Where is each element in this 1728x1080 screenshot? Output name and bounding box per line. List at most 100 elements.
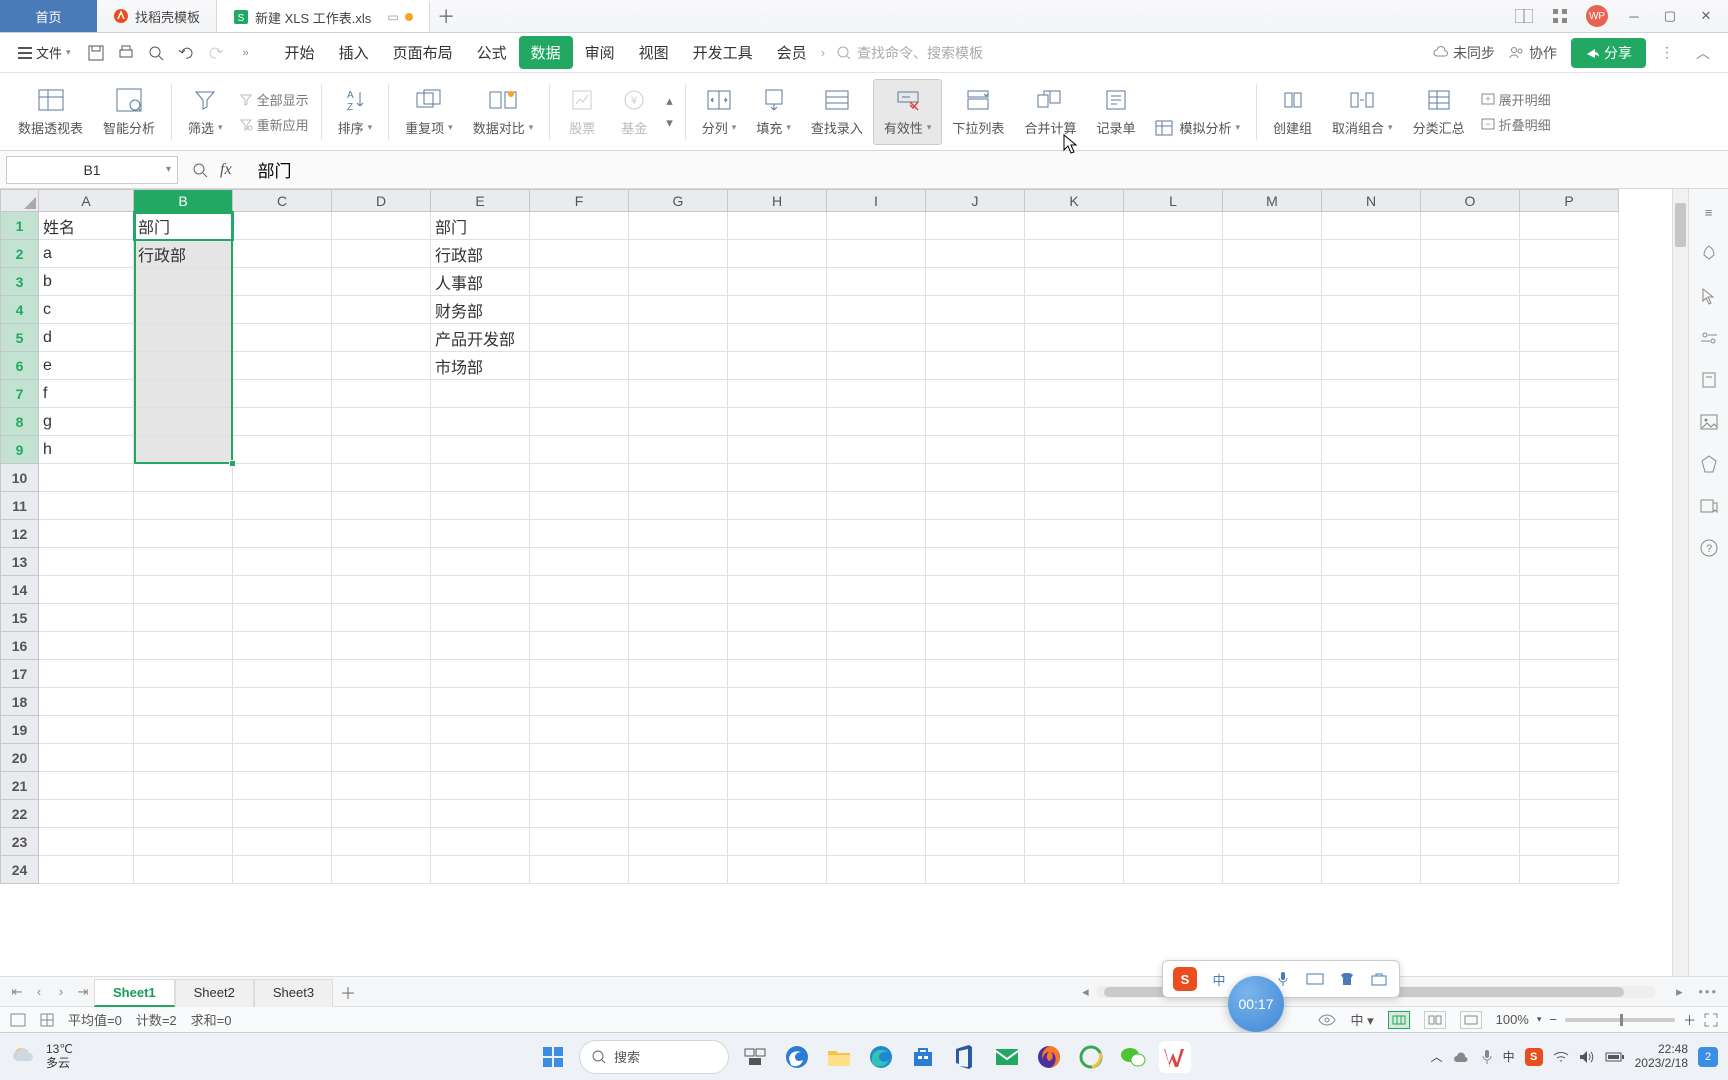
sync-status[interactable]: 未同步 [1433, 43, 1495, 63]
cell-N14[interactable] [1322, 576, 1421, 604]
store-icon[interactable] [907, 1041, 939, 1073]
find-entry-button[interactable]: 查找录入 [801, 79, 873, 145]
cell-O3[interactable] [1421, 268, 1520, 296]
cell-N8[interactable] [1322, 408, 1421, 436]
zoom-out-button[interactable]: − [1549, 1012, 1557, 1027]
tray-battery-icon[interactable] [1605, 1051, 1625, 1063]
cell-L9[interactable] [1124, 436, 1223, 464]
cell-L4[interactable] [1124, 296, 1223, 324]
cell-I13[interactable] [827, 548, 926, 576]
cell-L20[interactable] [1124, 744, 1223, 772]
cell-B6[interactable] [134, 352, 233, 380]
cell-O5[interactable] [1421, 324, 1520, 352]
col-header-O[interactable]: O [1421, 190, 1520, 212]
cell-M21[interactable] [1223, 772, 1322, 800]
cell-J7[interactable] [926, 380, 1025, 408]
cell-E19[interactable] [431, 716, 530, 744]
cell-N13[interactable] [1322, 548, 1421, 576]
start-button[interactable] [537, 1041, 569, 1073]
cell-B22[interactable] [134, 800, 233, 828]
cell-H17[interactable] [728, 660, 827, 688]
row-header-15[interactable]: 15 [1, 604, 39, 632]
wps-icon[interactable] [1159, 1041, 1191, 1073]
cell-P24[interactable] [1520, 856, 1619, 884]
zoom-slider[interactable] [1565, 1018, 1675, 1022]
cell-P23[interactable] [1520, 828, 1619, 856]
cell-H1[interactable] [728, 212, 827, 240]
cell-A20[interactable] [39, 744, 134, 772]
collapse-detail-button[interactable]: −折叠明细 [1481, 115, 1551, 134]
cell-O16[interactable] [1421, 632, 1520, 660]
menu-公式[interactable]: 公式 [465, 36, 519, 69]
sheet-first-button[interactable]: ⇤ [6, 984, 28, 1000]
cell-N1[interactable] [1322, 212, 1421, 240]
cell-H13[interactable] [728, 548, 827, 576]
cell-B21[interactable] [134, 772, 233, 800]
cell-H4[interactable] [728, 296, 827, 324]
cell-N21[interactable] [1322, 772, 1421, 800]
fill-button[interactable]: 填充 [746, 79, 801, 145]
cell-I5[interactable] [827, 324, 926, 352]
cell-C13[interactable] [233, 548, 332, 576]
cell-H2[interactable] [728, 240, 827, 268]
cell-B3[interactable] [134, 268, 233, 296]
cell-L15[interactable] [1124, 604, 1223, 632]
cell-D3[interactable] [332, 268, 431, 296]
hscroll-left[interactable]: ◂ [1074, 984, 1096, 1000]
cell-F23[interactable] [530, 828, 629, 856]
cell-K4[interactable] [1025, 296, 1124, 324]
cell-C19[interactable] [233, 716, 332, 744]
tray-chevron-icon[interactable]: ︿ [1431, 1048, 1443, 1065]
cell-I23[interactable] [827, 828, 926, 856]
cell-F8[interactable] [530, 408, 629, 436]
cell-D13[interactable] [332, 548, 431, 576]
eye-icon[interactable] [1318, 1014, 1336, 1026]
cell-D16[interactable] [332, 632, 431, 660]
cell-B9[interactable] [134, 436, 233, 464]
row-header-19[interactable]: 19 [1, 716, 39, 744]
row-header-21[interactable]: 21 [1, 772, 39, 800]
cell-D5[interactable] [332, 324, 431, 352]
cell-L12[interactable] [1124, 520, 1223, 548]
cell-E22[interactable] [431, 800, 530, 828]
cell-J14[interactable] [926, 576, 1025, 604]
row-header-8[interactable]: 8 [1, 408, 39, 436]
cell-J3[interactable] [926, 268, 1025, 296]
cell-K8[interactable] [1025, 408, 1124, 436]
cell-P14[interactable] [1520, 576, 1619, 604]
cell-L16[interactable] [1124, 632, 1223, 660]
cell-B23[interactable] [134, 828, 233, 856]
tray-mic-icon[interactable] [1481, 1049, 1493, 1065]
cell-G16[interactable] [629, 632, 728, 660]
cell-G6[interactable] [629, 352, 728, 380]
cell-F24[interactable] [530, 856, 629, 884]
menu-数据[interactable]: 数据 [519, 36, 573, 69]
cell-D6[interactable] [332, 352, 431, 380]
what-if-button[interactable]: 模拟分析 [1145, 79, 1250, 145]
cell-I24[interactable] [827, 856, 926, 884]
cell-J17[interactable] [926, 660, 1025, 688]
cell-N12[interactable] [1322, 520, 1421, 548]
cell-N5[interactable] [1322, 324, 1421, 352]
cell-N23[interactable] [1322, 828, 1421, 856]
cell-P21[interactable] [1520, 772, 1619, 800]
col-header-J[interactable]: J [926, 190, 1025, 212]
sheet-tab-Sheet3[interactable]: Sheet3 [254, 979, 333, 1007]
cell-L24[interactable] [1124, 856, 1223, 884]
cell-F17[interactable] [530, 660, 629, 688]
cell-F12[interactable] [530, 520, 629, 548]
tray-notification-badge[interactable]: 2 [1698, 1047, 1718, 1067]
tab-current-file[interactable]: S 新建 XLS 工作表.xls ▭ [217, 0, 430, 32]
cell-M2[interactable] [1223, 240, 1322, 268]
cell-G17[interactable] [629, 660, 728, 688]
cell-F4[interactable] [530, 296, 629, 324]
status-cell-icon[interactable] [40, 1013, 54, 1027]
cell-H3[interactable] [728, 268, 827, 296]
cell-P10[interactable] [1520, 464, 1619, 492]
cell-J1[interactable] [926, 212, 1025, 240]
close-button[interactable]: ✕ [1696, 6, 1716, 26]
cell-C15[interactable] [233, 604, 332, 632]
cell-H18[interactable] [728, 688, 827, 716]
cell-D7[interactable] [332, 380, 431, 408]
cell-P15[interactable] [1520, 604, 1619, 632]
